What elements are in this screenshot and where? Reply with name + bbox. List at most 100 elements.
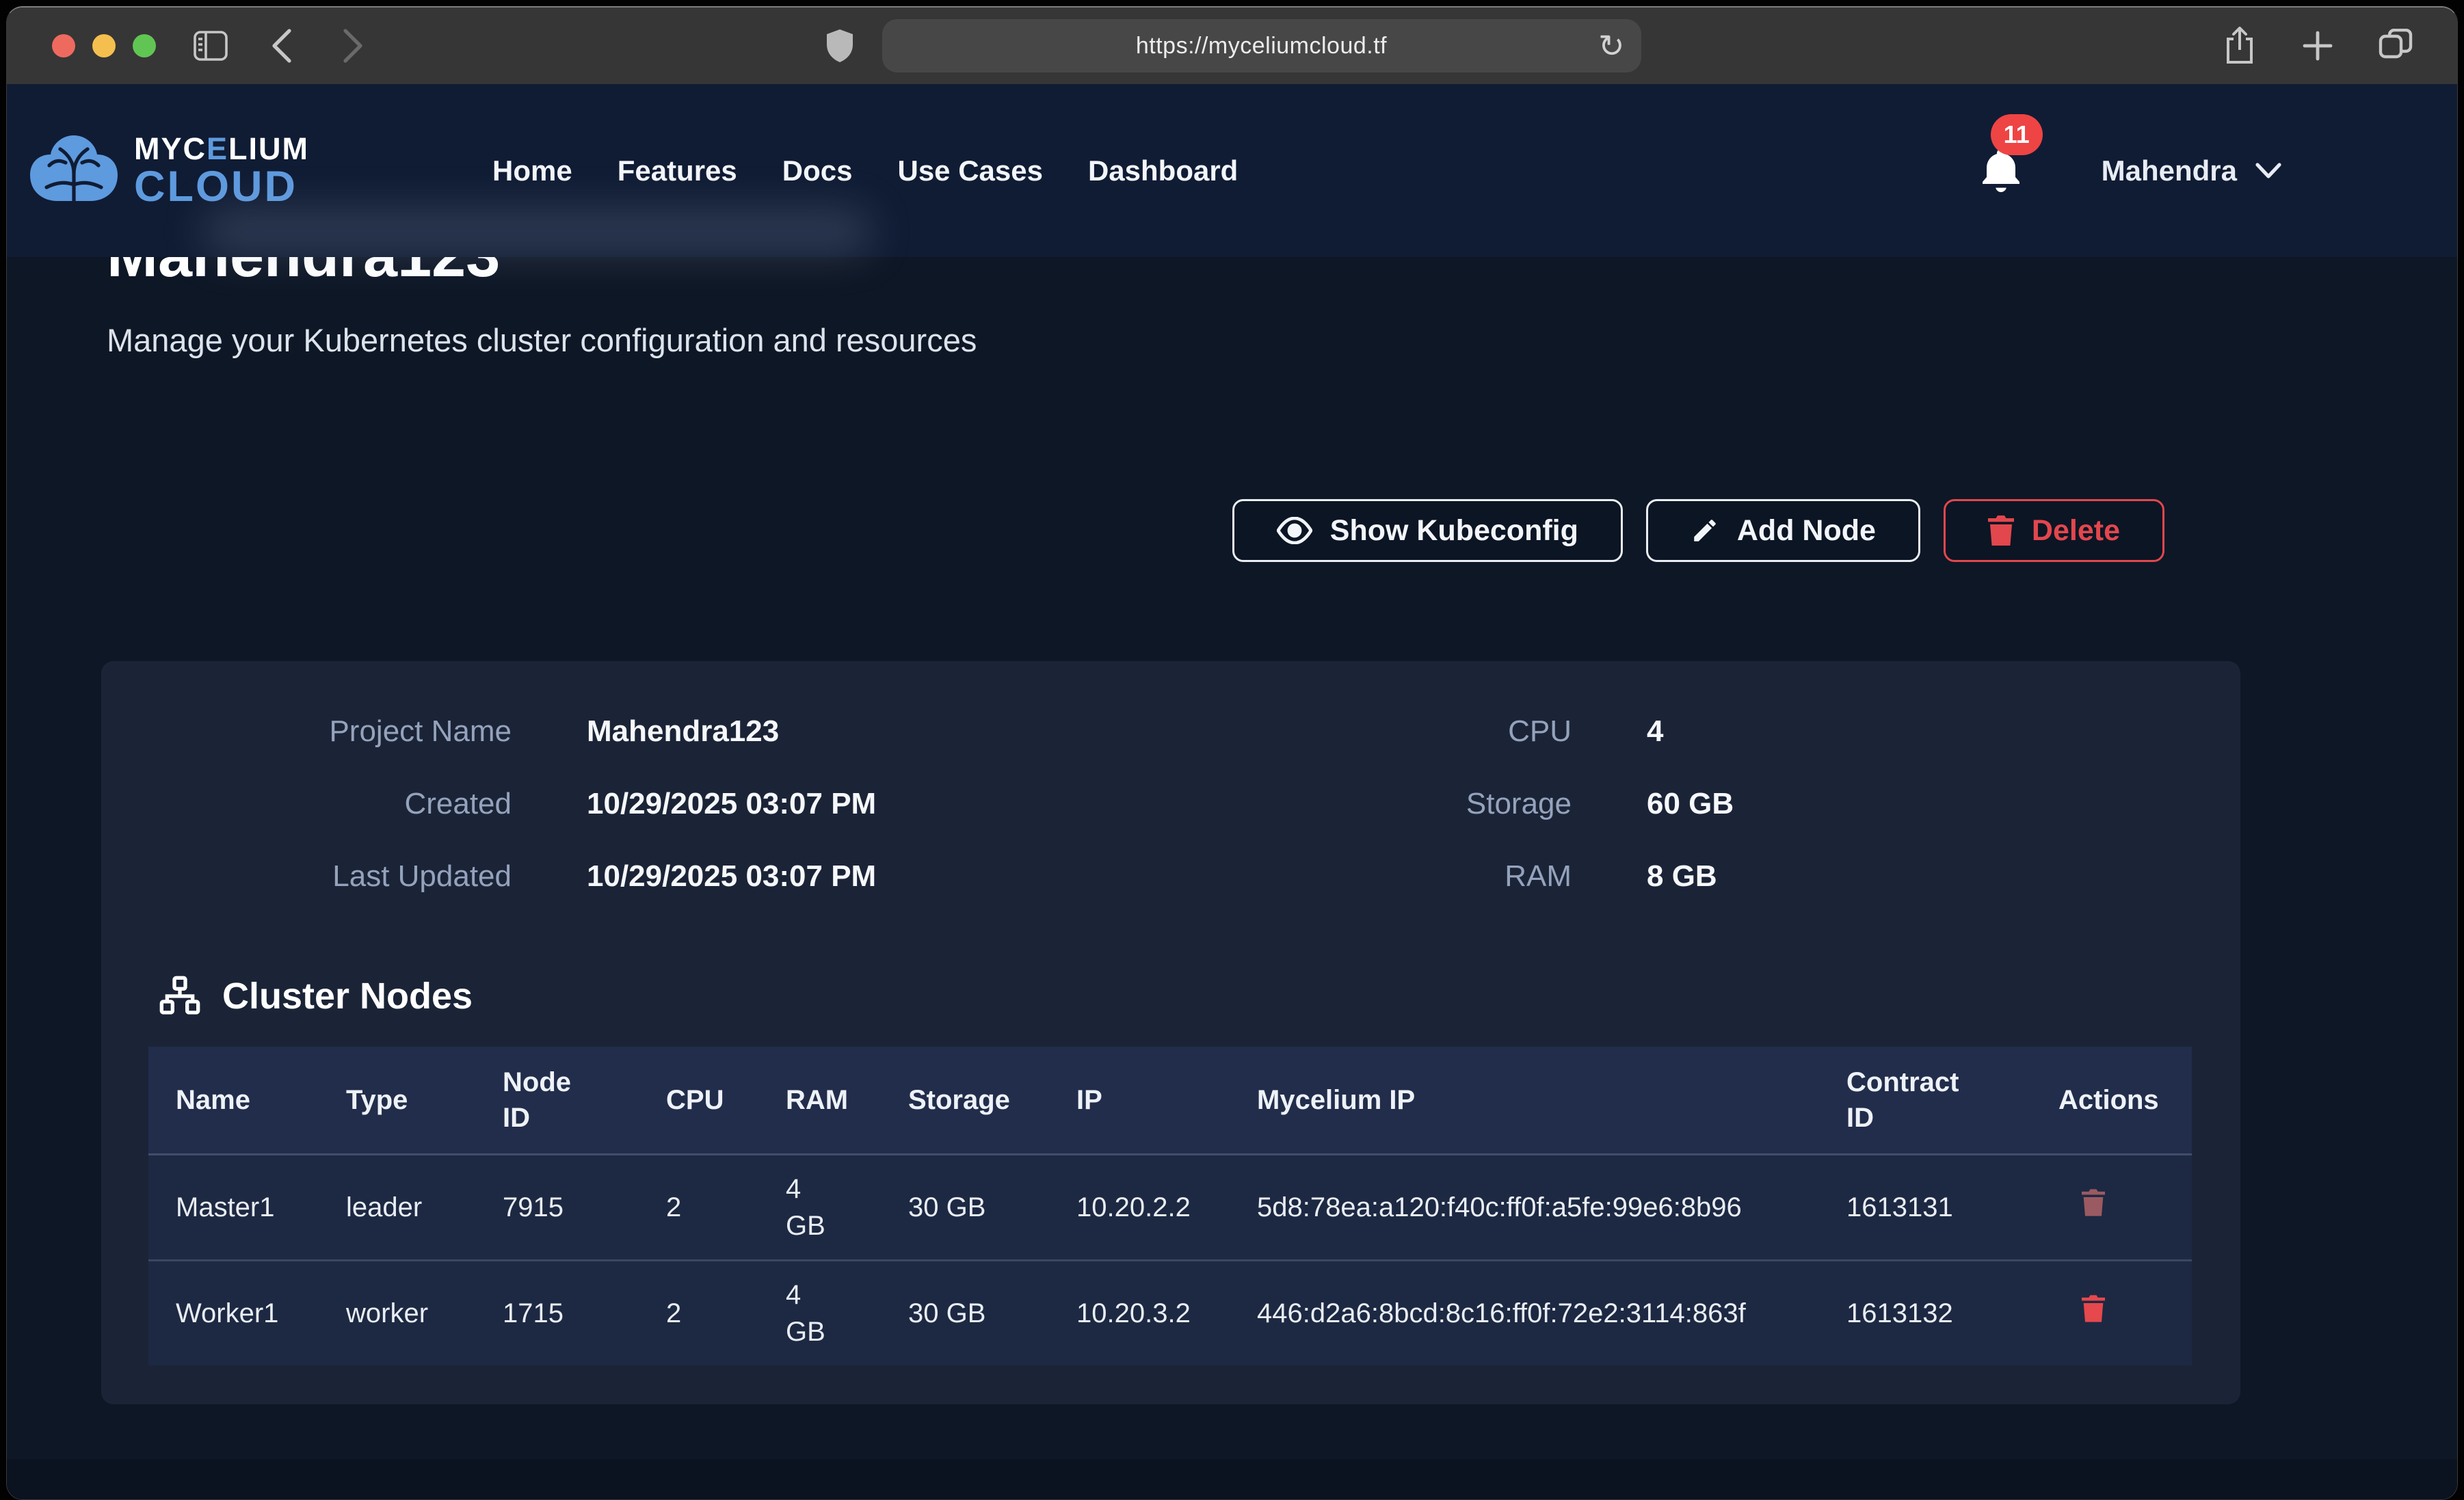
page-footer <box>7 1459 2457 1500</box>
cluster-nodes-title: Cluster Nodes <box>222 975 473 1017</box>
cluster-info-grid: Project Name Mahendra123 CPU 4 Created 1… <box>101 714 2240 894</box>
delete-node-button[interactable] <box>2082 1189 2105 1216</box>
nav-item-features[interactable]: Features <box>618 155 737 187</box>
column-header-actions: Actions <box>2031 1047 2192 1155</box>
cell-name: Master1 <box>148 1155 319 1261</box>
info-value-created: 10/29/2025 03:07 PM <box>587 787 1271 821</box>
privacy-shield-icon[interactable] <box>823 29 856 62</box>
user-menu-button[interactable]: Mahendra <box>2097 154 2286 188</box>
plus-icon <box>2302 30 2333 62</box>
cell-cpu: 2 <box>639 1155 758 1261</box>
share-icon <box>2224 27 2255 65</box>
nav-item-dashboard[interactable]: Dashboard <box>1088 155 1238 187</box>
chevron-left-icon <box>270 28 293 64</box>
back-button[interactable] <box>265 29 298 62</box>
eye-icon <box>1277 517 1312 544</box>
notification-badge: 11 <box>1991 114 2043 155</box>
cell-type: leader <box>319 1155 475 1261</box>
info-value-cpu: 4 <box>1647 714 2240 749</box>
column-header-cpu: CPU <box>639 1047 758 1155</box>
show-kubeconfig-button[interactable]: Show Kubeconfig <box>1232 499 1623 562</box>
url-text: https://myceliumcloud.tf <box>1136 33 1387 59</box>
pencil-icon <box>1691 516 1719 545</box>
logo-line-2: CLOUD <box>134 165 309 209</box>
show-kubeconfig-label: Show Kubeconfig <box>1330 514 1578 548</box>
address-bar-area: https://myceliumcloud.tf ↻ <box>823 19 1641 72</box>
browser-toolbar: https://myceliumcloud.tf ↻ <box>7 8 2457 84</box>
close-window-button[interactable] <box>52 34 75 57</box>
cell-ram: 4 GB <box>758 1261 881 1366</box>
tabs-icon <box>2379 29 2413 63</box>
network-nodes-icon <box>158 974 202 1018</box>
page-title: Mahendra123 <box>107 257 2457 289</box>
info-label-ram: RAM <box>1346 859 1572 894</box>
cluster-actions: Show Kubeconfig Add Node Delete <box>7 499 2164 562</box>
cell-mycelium-ip: 5d8:78ea:a120:f40c:ff0f:a5fe:99e6:8b96 <box>1230 1155 1819 1261</box>
sidebar-toggle-button[interactable] <box>194 29 227 62</box>
info-label-last-updated: Last Updated <box>101 859 512 894</box>
info-label-created: Created <box>101 787 512 821</box>
delete-label: Delete <box>2032 514 2120 548</box>
page-title-clip: Mahendra123 <box>107 257 2457 289</box>
new-tab-button[interactable] <box>2301 29 2334 62</box>
notifications-button[interactable]: 11 <box>1981 150 2021 192</box>
trash-icon <box>2082 1295 2105 1322</box>
cell-actions <box>2031 1155 2192 1261</box>
logo-text: MYCELIUM CLOUD <box>134 133 309 208</box>
cell-ram: 4 GB <box>758 1155 881 1261</box>
user-name: Mahendra <box>2102 155 2237 187</box>
chevron-right-icon <box>341 28 365 64</box>
chevron-down-icon <box>2255 162 2282 180</box>
cloud-logo-icon <box>27 133 120 209</box>
browser-window: https://myceliumcloud.tf ↻ <box>6 6 2458 1500</box>
desktop: https://myceliumcloud.tf ↻ <box>0 0 2464 1500</box>
column-header-storage: Storage <box>881 1047 1049 1155</box>
reload-button[interactable]: ↻ <box>1594 26 1629 66</box>
info-value-storage: 60 GB <box>1647 787 2240 821</box>
cluster-card: Project Name Mahendra123 CPU 4 Created 1… <box>101 661 2240 1404</box>
cell-actions <box>2031 1261 2192 1366</box>
window-controls <box>52 34 156 57</box>
nav-item-home[interactable]: Home <box>492 155 572 187</box>
add-node-label: Add Node <box>1737 514 1876 548</box>
logo-line-1: MYCELIUM <box>134 133 309 165</box>
site-logo[interactable]: MYCELIUM CLOUD <box>27 133 309 209</box>
reload-icon: ↻ <box>1598 28 1625 64</box>
cell-name: Worker1 <box>148 1261 319 1366</box>
cell-ip: 10.20.3.2 <box>1049 1261 1230 1366</box>
table-header-row: Name Type Node ID CPU RAM Storage IP Myc… <box>148 1047 2192 1155</box>
cell-contract-id: 1613131 <box>1819 1155 2031 1261</box>
delete-cluster-button[interactable]: Delete <box>1944 499 2164 562</box>
delete-node-button[interactable] <box>2082 1295 2105 1322</box>
column-header-name: Name <box>148 1047 319 1155</box>
cell-cpu: 2 <box>639 1261 758 1366</box>
tab-overview-button[interactable] <box>2379 29 2412 62</box>
minimize-window-button[interactable] <box>92 34 116 57</box>
zoom-window-button[interactable] <box>133 34 156 57</box>
info-label-project-name: Project Name <box>101 714 512 749</box>
share-button[interactable] <box>2223 29 2256 62</box>
nav-item-docs[interactable]: Docs <box>782 155 853 187</box>
info-label-cpu: CPU <box>1346 714 1572 749</box>
trash-icon <box>1988 515 2014 546</box>
info-value-project-name: Mahendra123 <box>587 714 1271 749</box>
bell-icon <box>1981 150 2021 192</box>
nav-item-use-cases[interactable]: Use Cases <box>897 155 1042 187</box>
forward-button[interactable] <box>336 29 369 62</box>
page-subtitle: Manage your Kubernetes cluster configura… <box>107 321 2457 359</box>
trash-icon <box>2082 1189 2105 1216</box>
cluster-nodes-heading: Cluster Nodes <box>158 974 2240 1018</box>
cell-contract-id: 1613132 <box>1819 1261 2031 1366</box>
cell-node-id: 7915 <box>475 1155 639 1261</box>
cell-node-id: 1715 <box>475 1261 639 1366</box>
table-row: Worker1 worker 1715 2 4 GB 30 GB 10.20.3… <box>148 1261 2192 1366</box>
info-value-ram: 8 GB <box>1647 859 2240 894</box>
add-node-button[interactable]: Add Node <box>1646 499 1920 562</box>
column-header-contract-id: Contract ID <box>1819 1047 2031 1155</box>
sidebar-icon <box>194 31 228 61</box>
column-header-type: Type <box>319 1047 475 1155</box>
header-right: 11 Mahendra <box>1981 150 2286 192</box>
cell-storage: 30 GB <box>881 1155 1049 1261</box>
address-bar[interactable]: https://myceliumcloud.tf ↻ <box>882 19 1641 72</box>
column-header-mycelium-ip: Mycelium IP <box>1230 1047 1819 1155</box>
